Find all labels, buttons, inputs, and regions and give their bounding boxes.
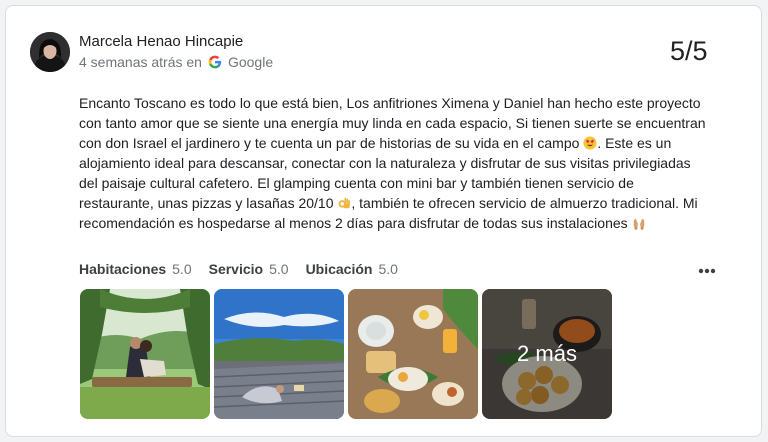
rating-servicio: Servicio 5.0 [209, 261, 289, 277]
more-photos-label: 2 más [482, 289, 612, 419]
more-horizontal-icon [698, 268, 716, 274]
review-photo[interactable] [214, 289, 344, 419]
raising-hands-icon [633, 219, 644, 230]
rating-label: Ubicación [305, 261, 373, 277]
more-options-button[interactable] [696, 264, 718, 278]
google-g-icon [208, 55, 222, 69]
review-card: Marcela Henao Hincapie 4 semanas atrás e… [5, 5, 762, 437]
rating-value: 5.0 [378, 261, 398, 277]
photo-deck-image [214, 289, 344, 419]
photo-swing-image [80, 289, 210, 419]
category-ratings: Habitaciones 5.0 Servicio 5.0 Ubicación 5.0 [79, 261, 415, 277]
review-photo[interactable] [348, 289, 478, 419]
review-score: 5/5 [670, 36, 708, 66]
review-photo[interactable] [80, 289, 210, 419]
review-source: Google [227, 54, 274, 70]
author-name[interactable]: Marcela Henao Hincapie [79, 33, 243, 50]
photo-breakfast-image [348, 289, 478, 419]
avatar[interactable] [30, 32, 70, 72]
avatar-image [30, 32, 70, 72]
rating-value: 5.0 [172, 261, 192, 277]
rating-ubicacion: Ubicación 5.0 [306, 261, 398, 277]
rating-habitaciones: Habitaciones 5.0 [79, 261, 192, 277]
rating-label: Servicio [208, 261, 264, 277]
review-text: Encanto Toscano es todo lo que está bien… [79, 93, 709, 233]
ok-hand-icon [338, 197, 351, 209]
heart-eyes-icon [583, 136, 597, 150]
review-photo-more[interactable]: 2 más [482, 289, 612, 419]
rating-value: 5.0 [269, 261, 289, 277]
review-time: 4 semanas atrás en [79, 54, 202, 70]
rating-label: Habitaciones [79, 261, 167, 277]
review-meta: 4 semanas atrás en Google [79, 54, 273, 70]
